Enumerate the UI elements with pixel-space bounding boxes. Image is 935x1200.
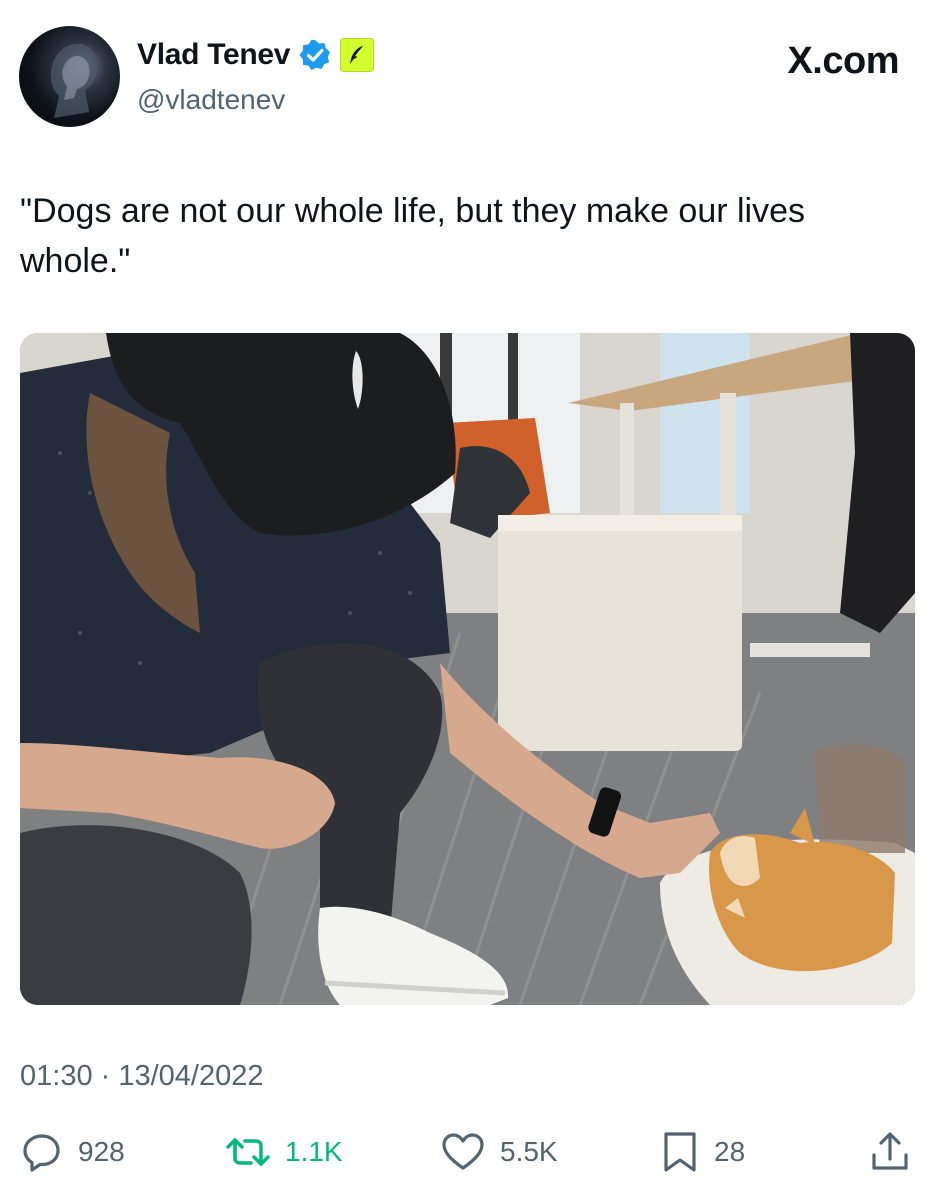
share-button[interactable] [868, 1130, 912, 1174]
bookmark-count: 28 [714, 1136, 746, 1167]
like-button[interactable]: 5.5K [440, 1130, 558, 1174]
tweet-photo[interactable] [20, 333, 915, 1005]
reply-icon [20, 1130, 64, 1174]
bookmark-icon [660, 1130, 700, 1174]
author-handle[interactable]: @vladtenev [137, 84, 285, 116]
share-icon [868, 1130, 912, 1174]
tweet-action-bar: 928 1.1K 5.5K 28 [0, 1120, 935, 1180]
author-name-row: Vlad Tenev [137, 38, 375, 72]
heart-icon [440, 1130, 486, 1174]
reply-count: 928 [78, 1136, 125, 1167]
tweet-timestamp[interactable]: 01:30 · 13/04/2022 [20, 1060, 263, 1093]
retweet-count: 1.1K [285, 1136, 343, 1167]
verified-check-icon [298, 38, 332, 72]
like-count: 5.5K [500, 1136, 558, 1167]
retweet-button[interactable]: 1.1K [225, 1130, 343, 1174]
bookmark-button[interactable]: 28 [660, 1130, 745, 1174]
robinhood-feather-icon[interactable] [340, 38, 375, 72]
author-display-name[interactable]: Vlad Tenev [137, 38, 290, 72]
tweet-header: Vlad Tenev @vladtenev X.com [0, 0, 935, 150]
photo-illustration [20, 333, 915, 1005]
avatar[interactable] [19, 26, 120, 127]
site-label: X.com [787, 40, 899, 82]
reply-button[interactable]: 928 [20, 1130, 125, 1174]
avatar-image [50, 43, 98, 118]
retweet-icon [225, 1130, 271, 1174]
tweet-text: "Dogs are not our whole life, but they m… [20, 192, 806, 280]
